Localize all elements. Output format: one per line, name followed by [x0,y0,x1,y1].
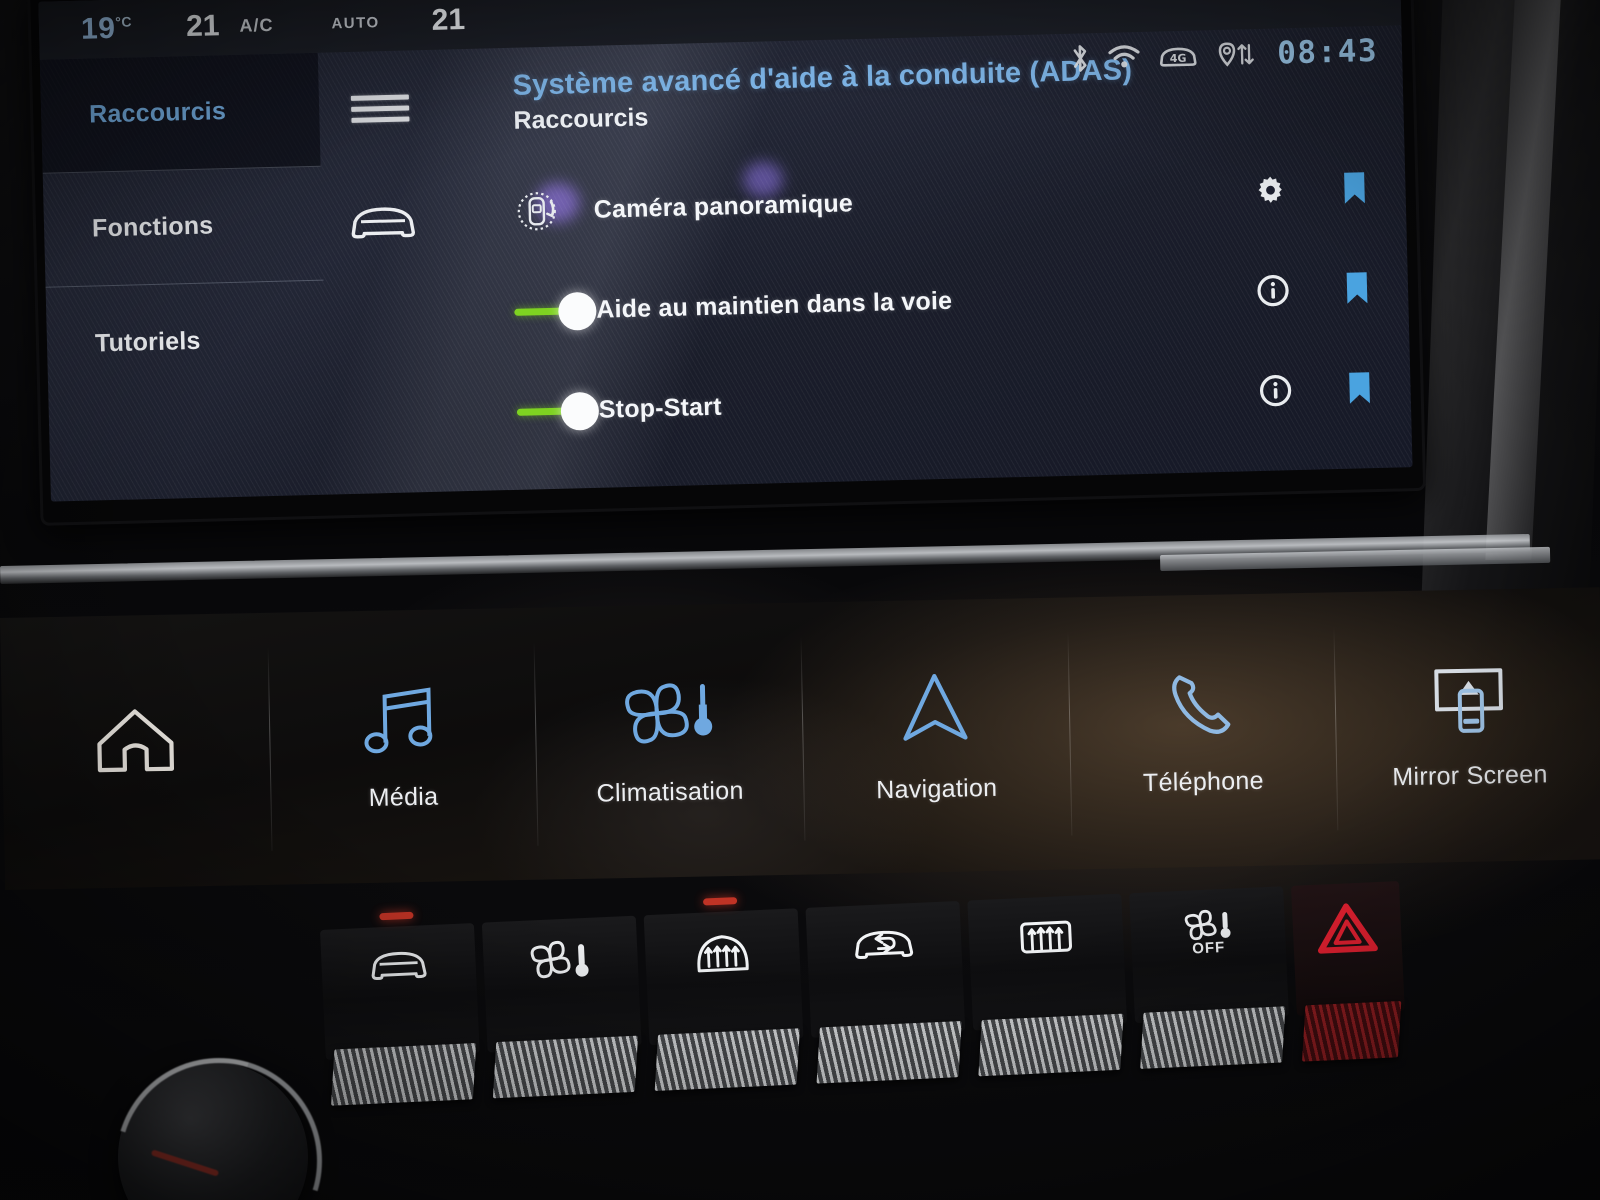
touchbar-climate-button[interactable]: Climatisation [533,603,805,880]
navigation-arrow-icon [892,667,978,758]
button-grip [492,1035,639,1099]
menu-line [351,104,410,112]
shortcut-list: Caméra panoramique Aide au maintien dans… [443,139,1412,463]
toggle-switch[interactable] [516,391,600,431]
row-actions[interactable] [1255,239,1409,343]
toggle-switch[interactable] [514,291,597,331]
sidebar-label: Raccourcis [88,97,227,129]
vehicle-icon[interactable] [321,164,446,281]
list-item-label: Aide au maintien dans la voie [595,286,953,324]
physical-vehicle-button[interactable] [320,911,480,1106]
sidebar[interactable]: Raccourcis Fonctions Tutoriels [39,52,329,502]
stop-start-toggle[interactable] [449,391,600,431]
icon-rail[interactable] [318,50,451,495]
bookmark-icon[interactable] [1344,270,1371,312]
menu-line [351,115,410,123]
ac-label[interactable]: A/C [239,14,274,36]
row-actions[interactable] [1252,139,1406,243]
touchbar-media-button[interactable]: Média [267,608,539,885]
touchbar-label: Climatisation [596,776,744,808]
button-grip [816,1020,962,1084]
sidebar-item-raccourcis[interactable]: Raccourcis [39,52,321,174]
physical-rear-defrost-button[interactable] [967,893,1128,1077]
button-grip [978,1013,1124,1077]
menu-line [350,93,409,101]
sidebar-item-fonctions[interactable]: Fonctions [42,166,324,288]
physical-recirculation-button[interactable] [805,900,966,1084]
touchbar-items[interactable]: Média Climatisation Navigation Téléphone… [0,587,1600,890]
fan-thermometer-icon [614,674,724,761]
home-icon [91,700,181,785]
bookmark-icon[interactable] [1341,170,1368,212]
info-icon[interactable] [1258,373,1293,413]
toggle-knob[interactable] [557,291,597,331]
music-note-icon [358,679,446,766]
location-sync-icon [1215,39,1256,70]
bluetooth-icon [1069,42,1092,75]
menu-icon[interactable] [318,50,443,167]
svg-text:4G: 4G [1170,52,1187,65]
button-grip [654,1028,800,1091]
lane-keep-toggle[interactable] [446,291,597,331]
infotainment-photo: 19°C 21 A/C AUTO 21 4G 08:43 Raccourcis … [0,0,1600,1200]
touchbar-label: Mirror Screen [1392,760,1548,792]
sidebar-label: Tutoriels [94,326,201,357]
screen-surface[interactable]: 19°C 21 A/C AUTO 21 4G 08:43 Raccourcis … [38,0,1413,502]
mirror-screen-icon [1426,660,1512,745]
auto-label[interactable]: AUTO [331,14,380,32]
clock: 08:43 [1276,32,1379,72]
content-panel: Système avancé d'aide à la conduite (ADA… [440,25,1413,491]
touchbar-home-button[interactable] [0,613,272,890]
toggle-knob[interactable] [560,391,600,431]
physical-hazard-button[interactable] [1290,881,1405,1062]
physical-front-defrost-button[interactable] [643,897,804,1091]
row-actions[interactable] [1257,339,1411,443]
phone-handset-icon [1161,664,1243,751]
physical-fan-off-button[interactable]: OFF [1129,886,1289,1069]
4g-car-icon: 4G [1157,41,1200,70]
button-grip [331,1043,477,1106]
button-grip [1140,1006,1286,1069]
info-icon[interactable] [1256,273,1291,313]
touchbar-label: Téléphone [1142,766,1265,798]
settings-gear-icon[interactable] [1253,173,1288,213]
list-item-label: Caméra panoramique [593,188,854,224]
wifi-icon [1107,43,1142,72]
sidebar-label: Fonctions [91,211,214,243]
driver-temperature[interactable]: 21 [186,9,220,44]
physical-climate-button[interactable] [481,915,642,1099]
touchbar-navigation-button[interactable]: Navigation [800,598,1072,875]
infotainment-screen[interactable]: 19°C 21 A/C AUTO 21 4G 08:43 Raccourcis … [30,0,1424,523]
status-bar: 4G 08:43 [1069,30,1379,80]
touchbar-label: Média [368,782,439,812]
bookmark-icon[interactable] [1346,370,1373,412]
fan-off-label: OFF [1191,938,1226,958]
touchbar-label: Navigation [875,773,998,805]
list-item-label: Stop-Start [598,392,722,424]
outside-temperature: 19°C [80,11,133,46]
sidebar-item-tutoriels[interactable]: Tutoriels [46,281,327,402]
panoramic-camera-icon[interactable] [443,185,594,239]
touchbar-phone-button[interactable]: Téléphone [1066,592,1338,869]
passenger-temperature[interactable]: 21 [431,3,465,38]
touchbar-mirrorscreen-button[interactable]: Mirror Screen [1333,587,1600,864]
button-grip [1302,1001,1402,1062]
touch-shortcut-bar[interactable]: Média Climatisation Navigation Téléphone… [0,587,1600,890]
